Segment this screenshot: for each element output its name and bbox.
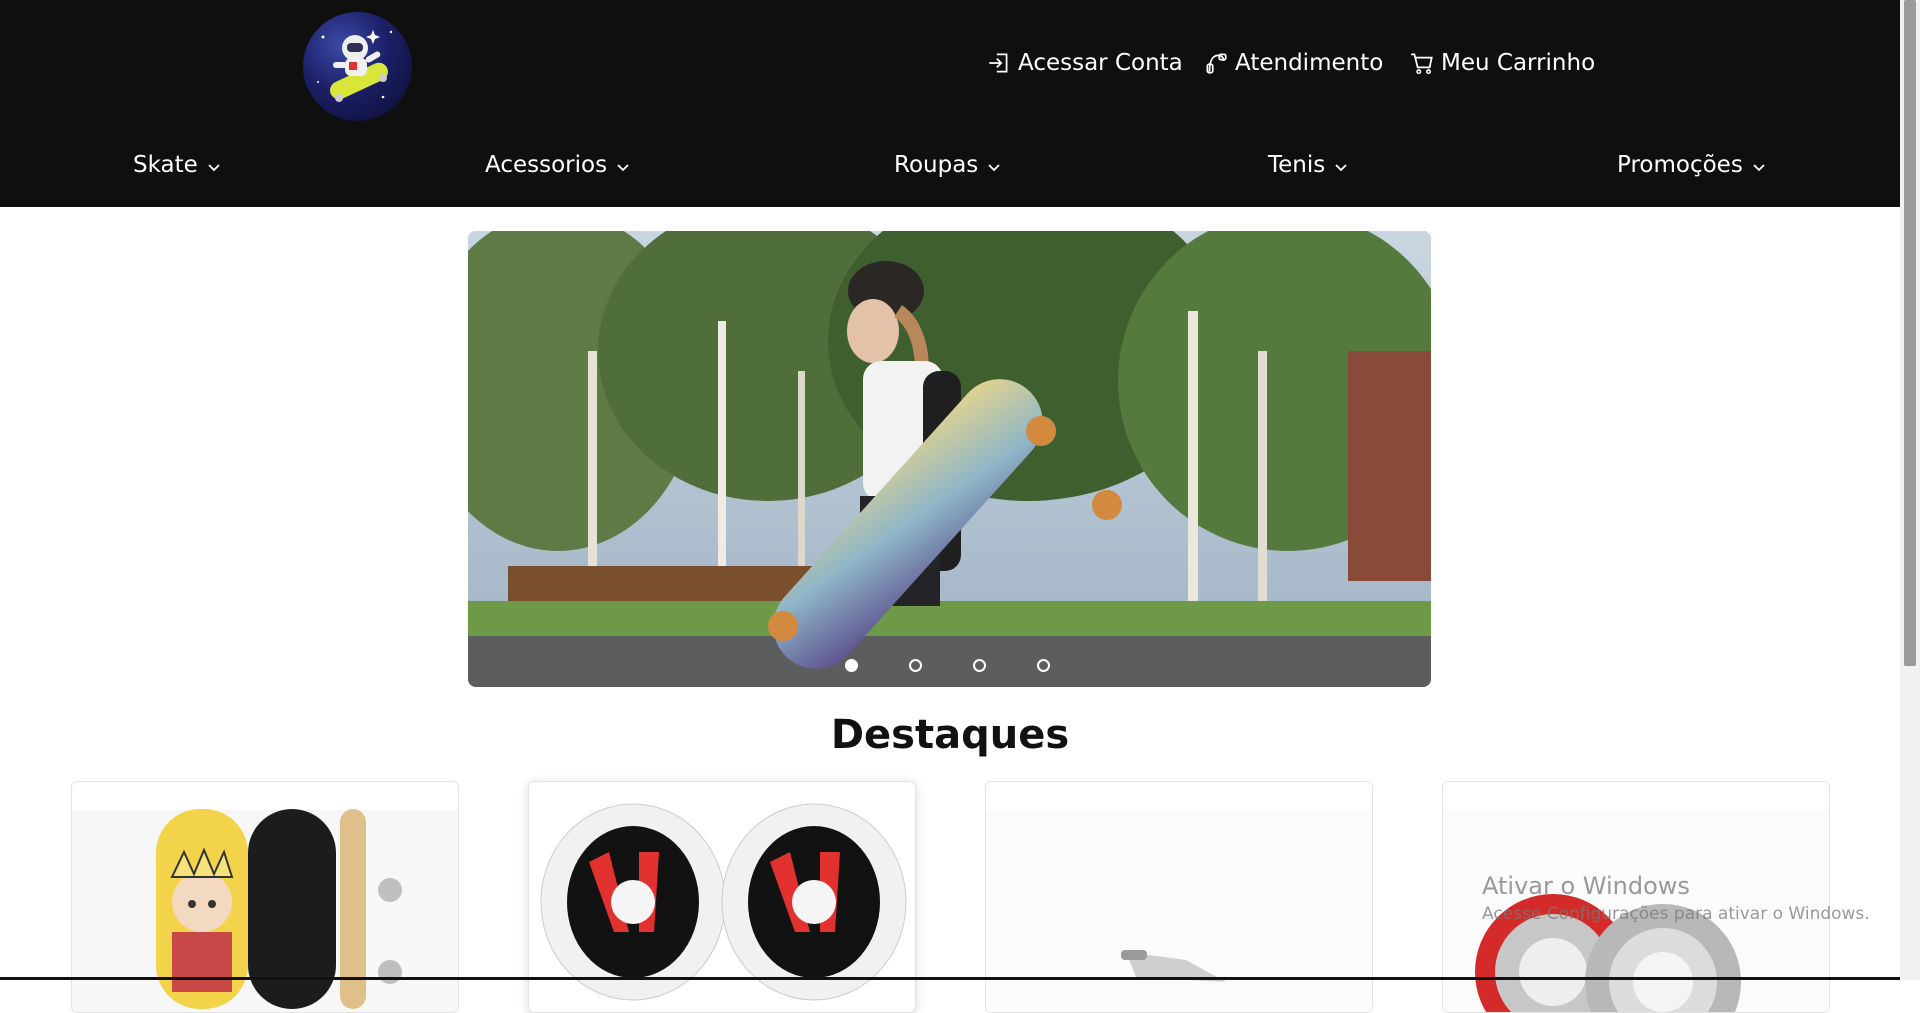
nav-item-label: Skate <box>133 152 198 178</box>
nav-item-skate[interactable]: Skate <box>133 152 222 178</box>
nav-item-label: Roupas <box>894 152 979 178</box>
account-link[interactable]: Acessar Conta <box>986 50 1183 76</box>
carousel-dot[interactable] <box>845 659 858 672</box>
nav-item-label: Tenis <box>1268 152 1326 178</box>
chevron-down-icon <box>617 164 629 172</box>
windows-activation-watermark: Ativar o Windows Acesse Configurações pa… <box>1482 872 1870 924</box>
hero-carousel[interactable] <box>468 231 1431 687</box>
watermark-subtitle: Acesse Configurações para ativar o Windo… <box>1482 904 1870 924</box>
cart-link[interactable]: Meu Carrinho <box>1409 50 1595 76</box>
support-link[interactable]: Atendimento <box>1203 50 1383 76</box>
nav-item-roupas[interactable]: Roupas <box>894 152 1002 178</box>
nav-item-promocoes[interactable]: Promoções <box>1617 152 1767 178</box>
nav-item-tenis[interactable]: Tenis <box>1268 152 1349 178</box>
cart-icon <box>1411 53 1433 75</box>
chevron-down-icon <box>1753 164 1765 172</box>
scrollbar-thumb[interactable] <box>1904 0 1916 666</box>
support-icon <box>1206 53 1227 74</box>
support-link-label: Atendimento <box>1235 50 1384 76</box>
carousel-dot[interactable] <box>909 659 922 672</box>
chevron-down-icon <box>1335 164 1347 172</box>
woman-holding-longboard-photo <box>468 231 1431 687</box>
carousel-dot[interactable] <box>1037 659 1050 672</box>
chevron-down-icon <box>988 164 1000 172</box>
section-title: Destaques <box>830 712 1070 758</box>
main-nav: Skate Acessorios Roupas Tenis Promoções <box>0 152 1900 192</box>
page-scrollbar[interactable] <box>1900 0 1920 980</box>
carousel-dots <box>468 651 1431 687</box>
login-icon <box>989 53 1008 73</box>
nav-item-acessorios[interactable]: Acessorios <box>485 152 631 178</box>
carousel-dot[interactable] <box>973 659 986 672</box>
nav-item-label: Acessorios <box>485 152 608 178</box>
account-link-label: Acessar Conta <box>1018 50 1183 76</box>
watermark-title: Ativar o Windows <box>1482 872 1690 900</box>
chevron-down-icon <box>208 164 220 172</box>
nav-item-label: Promoções <box>1617 152 1743 178</box>
cart-link-label: Meu Carrinho <box>1441 50 1596 76</box>
astronaut-skateboard-logo[interactable] <box>303 12 412 121</box>
site-header: Acessar Conta Atendimento Meu Carrinho S… <box>0 0 1900 207</box>
